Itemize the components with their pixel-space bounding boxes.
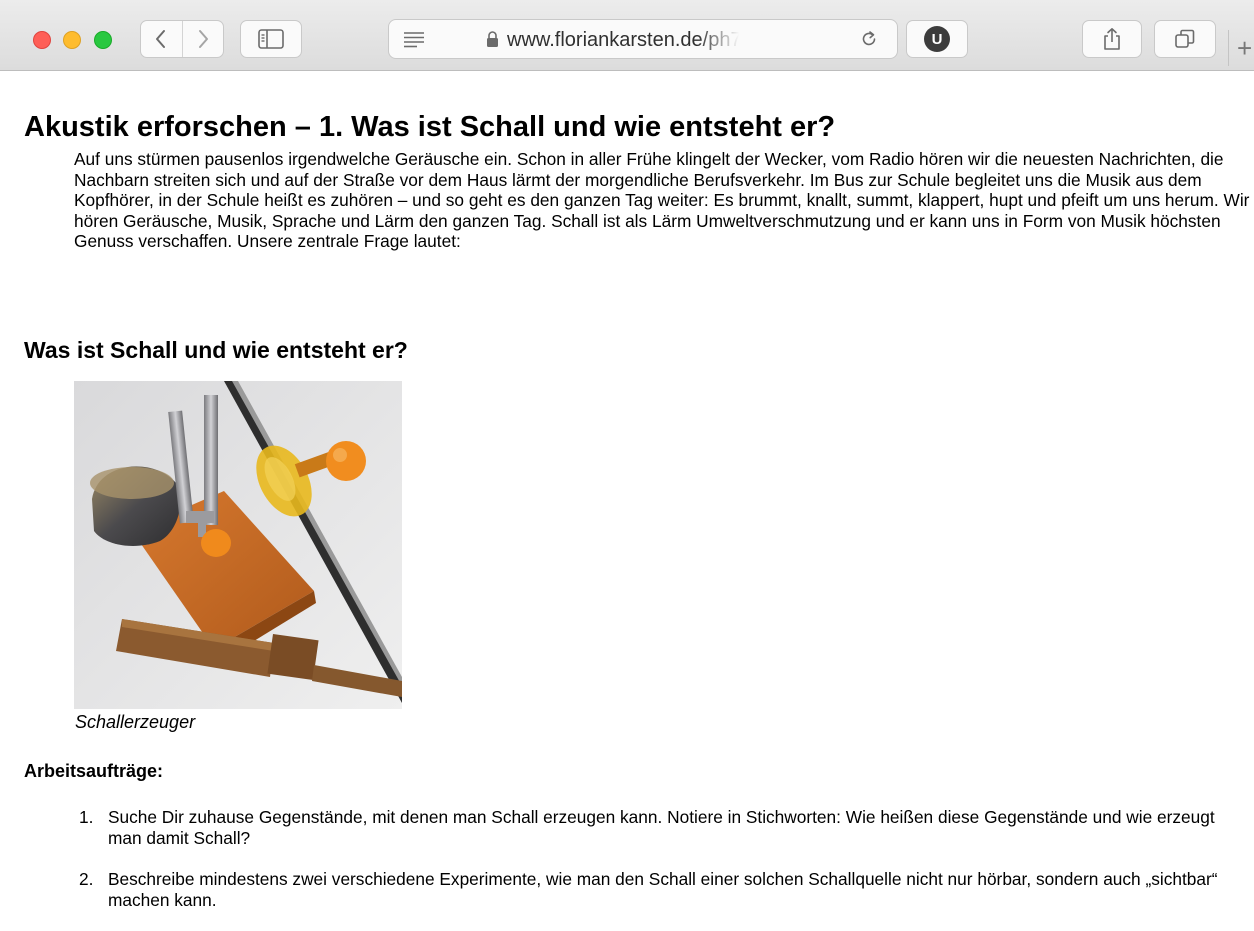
- task-number: 1.: [79, 807, 94, 827]
- zoom-window-button[interactable]: [94, 31, 112, 49]
- chevron-left-icon: [156, 30, 166, 48]
- page-title: Akustik erforschen – 1. Was ist Schall u…: [24, 111, 836, 143]
- lock-icon: [487, 31, 498, 47]
- page-content: Akustik erforschen – 1. Was ist Schall u…: [0, 71, 1254, 910]
- tabs-icon: [1175, 29, 1195, 48]
- url-text: www.floriankarsten.de/ph7digi: [507, 29, 739, 51]
- list-item: 1. Suche Dir zuhause Gegenstände, mit de…: [74, 807, 1252, 849]
- task-text: Suche Dir zuhause Gegenstände, mit denen…: [108, 807, 1215, 848]
- minimize-window-button[interactable]: [63, 31, 81, 49]
- list-item: 2. Beschreibe mindestens zwei verschiede…: [74, 869, 1252, 911]
- tasks-heading: Arbeitsaufträge:: [24, 761, 164, 781]
- navigation-buttons: [140, 20, 224, 58]
- reader-view-icon[interactable]: [403, 31, 425, 48]
- reload-icon[interactable]: [859, 29, 879, 49]
- share-icon: [1104, 28, 1120, 50]
- close-window-button[interactable]: [33, 31, 51, 49]
- task-text: Beschreibe mindestens zwei verschiedene …: [108, 869, 1218, 910]
- sidebar-toggle-button[interactable]: [240, 20, 302, 58]
- sound-generators-photo: [74, 381, 402, 709]
- extension-badge: U: [924, 26, 950, 52]
- forward-button[interactable]: [181, 21, 224, 57]
- address-bar[interactable]: www.floriankarsten.de/ph7digi: [388, 19, 898, 59]
- chevron-right-icon: [198, 30, 208, 48]
- figure-caption: Schallerzeuger: [75, 712, 196, 732]
- sidebar-icon: [258, 29, 284, 49]
- task-number: 2.: [79, 869, 94, 889]
- sound-generators-illustration: [74, 381, 402, 709]
- extension-button[interactable]: U: [906, 20, 968, 58]
- task-list: 1. Suche Dir zuhause Gegenstände, mit de…: [74, 807, 1252, 931]
- browser-toolbar: www.floriankarsten.de/ph7digi U +: [0, 0, 1254, 71]
- tab-overview-button[interactable]: [1154, 20, 1216, 58]
- new-tab-button[interactable]: +: [1228, 30, 1254, 66]
- section-title: Was ist Schall und wie entsteht er?: [24, 337, 408, 363]
- back-button[interactable]: [141, 21, 182, 57]
- intro-paragraph: Auf uns stürmen pausenlos irgendwelche G…: [74, 149, 1250, 252]
- share-button[interactable]: [1082, 20, 1142, 58]
